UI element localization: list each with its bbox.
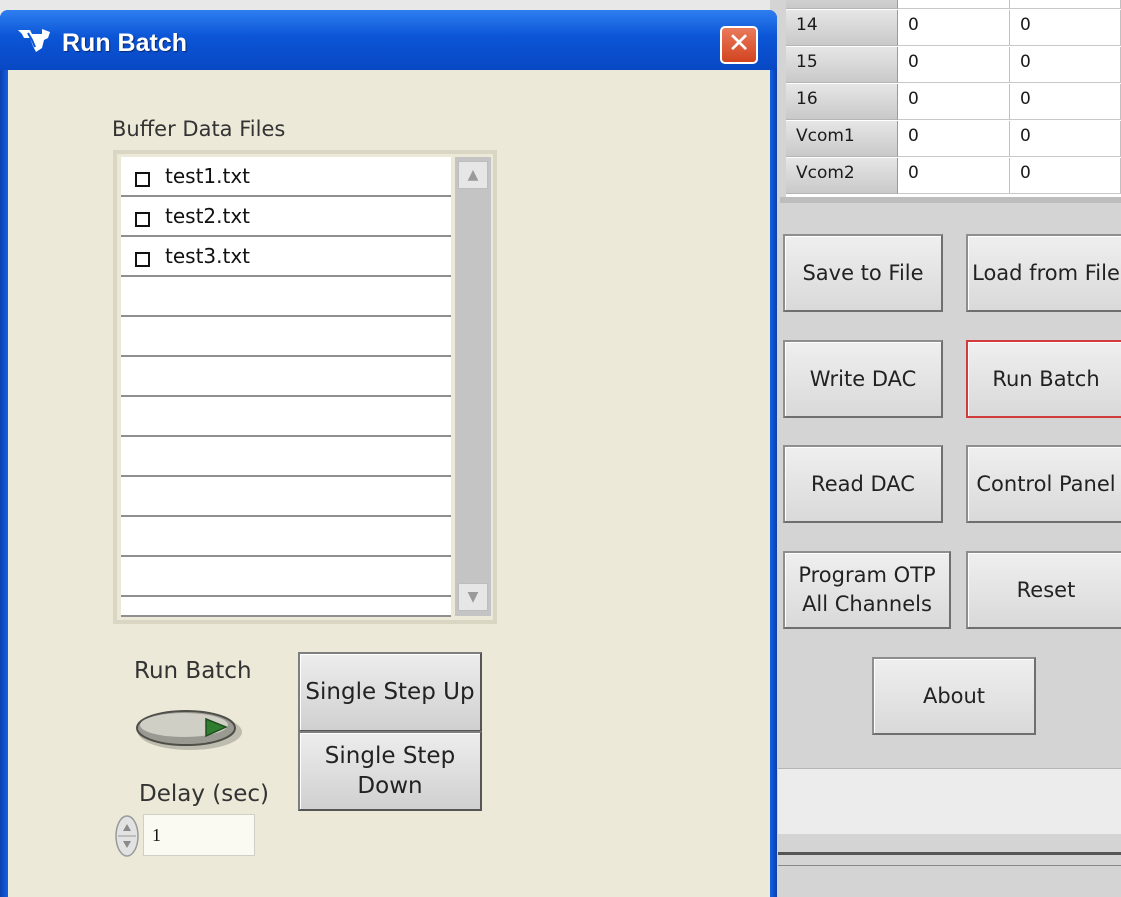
table-cell[interactable]: 0 [898,121,1010,157]
reset-button[interactable]: Reset [966,551,1121,629]
dialog-border-right [770,70,777,897]
about-button[interactable]: About [872,657,1036,735]
buffer-data-files-listbox[interactable]: test1.txt test2.txt test3.txt ▲ ▼ [113,150,497,624]
table-row-label: Vcom2 [786,158,898,194]
table-row [786,0,1121,10]
channel-table: 14 0 0 15 0 0 16 0 0 Vcom1 0 0 Vcom2 0 0 [786,0,1121,198]
table-row-label: Vcom1 [786,121,898,157]
file-name: test3.txt [165,244,251,268]
scroll-up-icon[interactable]: ▲ [458,161,488,189]
dialog-title: Run Batch [62,29,187,57]
checkbox[interactable] [135,172,150,187]
table-row: 16 0 0 [786,84,1121,121]
table-cell[interactable]: 0 [1010,10,1121,46]
checkbox[interactable] [135,252,150,267]
list-item[interactable] [121,277,451,317]
table-row: 15 0 0 [786,47,1121,84]
table-row: Vcom1 0 0 [786,121,1121,158]
single-step-up-button[interactable]: Single Step Up [298,652,482,732]
list-item[interactable]: test1.txt [121,157,451,197]
dialog-titlebar[interactable]: Run Batch ✕ [0,10,777,70]
list-item[interactable] [121,317,451,357]
single-step-down-button[interactable]: Single Step Down [298,731,482,811]
dialog-border-left [0,70,8,897]
list-item[interactable] [121,397,451,437]
vertical-scrollbar[interactable]: ▲ ▼ [455,157,491,616]
buffer-data-files-label: Buffer Data Files [112,117,286,141]
table-row-label: 14 [786,10,898,46]
run-batch-button[interactable]: Run Batch [966,340,1121,418]
close-icon: ✕ [727,28,751,59]
delay-input[interactable]: 1 [143,814,255,856]
table-row: Vcom2 0 0 [786,158,1121,195]
table-cell[interactable] [1010,0,1121,9]
list-item[interactable] [121,437,451,477]
load-from-file-button[interactable]: Load from File [966,234,1121,312]
program-otp-button[interactable]: Program OTP All Channels [783,551,951,629]
table-row: 14 0 0 [786,10,1121,47]
control-panel-button[interactable]: Control Panel [966,445,1121,523]
file-name: test1.txt [165,164,251,188]
table-cell[interactable]: 0 [898,84,1010,120]
table-bottom-border [780,197,1121,203]
table-row-label: 15 [786,47,898,83]
run-batch-label: Run Batch [134,658,252,684]
delay-stepper[interactable] [114,814,140,858]
close-button[interactable]: ✕ [720,26,758,64]
list-item[interactable]: test2.txt [121,197,451,237]
divider [778,852,1121,866]
table-cell[interactable]: 0 [898,158,1010,194]
table-cell[interactable]: 0 [1010,158,1121,194]
table-cell[interactable]: 0 [898,10,1010,46]
write-dac-button[interactable]: Write DAC [783,340,943,418]
read-dac-button[interactable]: Read DAC [783,445,943,523]
table-row-label [786,0,898,9]
table-cell[interactable]: 0 [1010,47,1121,83]
checkbox[interactable] [135,212,150,227]
file-list: test1.txt test2.txt test3.txt [121,157,451,617]
texas-instruments-logo-icon [18,29,50,52]
list-item[interactable] [121,517,451,557]
list-item[interactable]: test3.txt [121,237,451,277]
file-name: test2.txt [165,204,251,228]
list-item[interactable] [121,357,451,397]
delay-label: Delay (sec) [139,781,269,807]
list-item[interactable] [121,557,451,597]
table-cell[interactable]: 0 [1010,121,1121,157]
status-strip [778,768,1121,834]
list-item[interactable] [121,597,451,617]
table-row-label: 16 [786,84,898,120]
table-cell[interactable]: 0 [898,47,1010,83]
run-batch-toggle[interactable] [134,706,244,752]
table-cell[interactable]: 0 [1010,84,1121,120]
list-item[interactable] [121,477,451,517]
save-to-file-button[interactable]: Save to File [783,234,943,312]
table-cell[interactable] [898,0,1010,9]
scroll-down-icon[interactable]: ▼ [458,583,488,611]
